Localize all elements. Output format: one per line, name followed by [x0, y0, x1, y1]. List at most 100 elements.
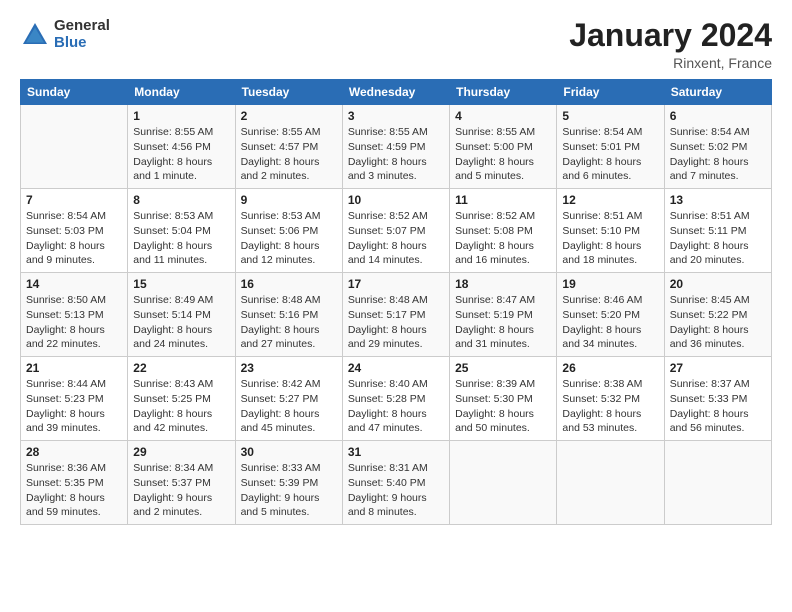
day-number: 5	[562, 109, 658, 123]
day-cell: 6 Sunrise: 8:54 AMSunset: 5:02 PMDaylight…	[664, 105, 771, 189]
day-info: Sunrise: 8:51 AMSunset: 5:10 PMDaylight:…	[562, 209, 658, 268]
day-cell: 29 Sunrise: 8:34 AMSunset: 5:37 PMDayligh…	[128, 441, 235, 525]
day-number: 26	[562, 361, 658, 375]
day-number: 4	[455, 109, 551, 123]
col-tuesday: Tuesday	[235, 80, 342, 105]
week-row-5: 28 Sunrise: 8:36 AMSunset: 5:35 PMDayligh…	[21, 441, 772, 525]
day-number: 15	[133, 277, 229, 291]
week-row-1: 1 Sunrise: 8:55 AMSunset: 4:56 PMDaylight…	[21, 105, 772, 189]
logo: General Blue	[20, 18, 110, 51]
day-info: Sunrise: 8:52 AMSunset: 5:08 PMDaylight:…	[455, 209, 551, 268]
day-number: 25	[455, 361, 551, 375]
day-number: 11	[455, 193, 551, 207]
day-number: 13	[670, 193, 766, 207]
day-cell: 14 Sunrise: 8:50 AMSunset: 5:13 PMDayligh…	[21, 273, 128, 357]
day-cell: 7Sunrise: 8:54 AMSunset: 5:03 PMDaylight…	[21, 189, 128, 273]
calendar-body: 1 Sunrise: 8:55 AMSunset: 4:56 PMDaylight…	[21, 105, 772, 525]
logo-general-text: General	[54, 18, 110, 35]
day-info: Sunrise: 8:43 AMSunset: 5:25 PMDaylight:…	[133, 377, 229, 436]
day-cell: 21Sunrise: 8:44 AMSunset: 5:23 PMDayligh…	[21, 357, 128, 441]
day-cell: 27 Sunrise: 8:37 AMSunset: 5:33 PMDayligh…	[664, 357, 771, 441]
header: General Blue January 2024 Rinxent, Franc…	[20, 18, 772, 71]
day-number: 2	[241, 109, 337, 123]
main-title: January 2024	[569, 18, 772, 53]
logo-icon	[20, 20, 50, 50]
day-cell: 8 Sunrise: 8:53 AMSunset: 5:04 PMDaylight…	[128, 189, 235, 273]
day-cell: 4Sunrise: 8:55 AMSunset: 5:00 PMDaylight…	[450, 105, 557, 189]
day-number: 28	[26, 445, 122, 459]
logo-text: General Blue	[54, 18, 110, 51]
day-cell	[557, 441, 664, 525]
day-number: 6	[670, 109, 766, 123]
day-cell: 3 Sunrise: 8:55 AMSunset: 4:59 PMDaylight…	[342, 105, 449, 189]
day-info: Sunrise: 8:44 AMSunset: 5:23 PMDaylight:…	[26, 377, 122, 436]
day-info: Sunrise: 8:55 AMSunset: 4:57 PMDaylight:…	[241, 125, 337, 184]
day-number: 17	[348, 277, 444, 291]
day-cell	[21, 105, 128, 189]
day-info: Sunrise: 8:42 AMSunset: 5:27 PMDaylight:…	[241, 377, 337, 436]
day-number: 16	[241, 277, 337, 291]
day-info: Sunrise: 8:37 AMSunset: 5:33 PMDaylight:…	[670, 377, 766, 436]
day-number: 12	[562, 193, 658, 207]
logo-blue-text: Blue	[54, 35, 110, 52]
day-number: 14	[26, 277, 122, 291]
day-cell: 11 Sunrise: 8:52 AMSunset: 5:08 PMDayligh…	[450, 189, 557, 273]
day-cell: 9Sunrise: 8:53 AMSunset: 5:06 PMDaylight…	[235, 189, 342, 273]
day-info: Sunrise: 8:50 AMSunset: 5:13 PMDaylight:…	[26, 293, 122, 352]
day-cell: 24Sunrise: 8:40 AMSunset: 5:28 PMDayligh…	[342, 357, 449, 441]
day-number: 27	[670, 361, 766, 375]
day-cell: 17Sunrise: 8:48 AMSunset: 5:17 PMDayligh…	[342, 273, 449, 357]
col-friday: Friday	[557, 80, 664, 105]
day-cell: 19 Sunrise: 8:46 AMSunset: 5:20 PMDayligh…	[557, 273, 664, 357]
day-number: 20	[670, 277, 766, 291]
day-cell: 23 Sunrise: 8:42 AMSunset: 5:27 PMDayligh…	[235, 357, 342, 441]
day-info: Sunrise: 8:53 AMSunset: 5:04 PMDaylight:…	[133, 209, 229, 268]
col-sunday: Sunday	[21, 80, 128, 105]
day-info: Sunrise: 8:47 AMSunset: 5:19 PMDaylight:…	[455, 293, 551, 352]
day-info: Sunrise: 8:46 AMSunset: 5:20 PMDaylight:…	[562, 293, 658, 352]
location-subtitle: Rinxent, France	[569, 55, 772, 71]
day-cell: 15Sunrise: 8:49 AMSunset: 5:14 PMDayligh…	[128, 273, 235, 357]
day-info: Sunrise: 8:55 AMSunset: 4:59 PMDaylight:…	[348, 125, 444, 184]
day-info: Sunrise: 8:52 AMSunset: 5:07 PMDaylight:…	[348, 209, 444, 268]
page: General Blue January 2024 Rinxent, Franc…	[0, 0, 792, 612]
day-number: 3	[348, 109, 444, 123]
day-info: Sunrise: 8:33 AMSunset: 5:39 PMDaylight:…	[241, 461, 337, 520]
day-number: 23	[241, 361, 337, 375]
day-cell: 13 Sunrise: 8:51 AMSunset: 5:11 PMDayligh…	[664, 189, 771, 273]
day-cell: 22Sunrise: 8:43 AMSunset: 5:25 PMDayligh…	[128, 357, 235, 441]
day-info: Sunrise: 8:34 AMSunset: 5:37 PMDaylight:…	[133, 461, 229, 520]
day-number: 29	[133, 445, 229, 459]
col-wednesday: Wednesday	[342, 80, 449, 105]
day-cell	[450, 441, 557, 525]
day-info: Sunrise: 8:36 AMSunset: 5:35 PMDaylight:…	[26, 461, 122, 520]
day-cell: 26Sunrise: 8:38 AMSunset: 5:32 PMDayligh…	[557, 357, 664, 441]
week-row-4: 21Sunrise: 8:44 AMSunset: 5:23 PMDayligh…	[21, 357, 772, 441]
day-number: 31	[348, 445, 444, 459]
day-cell: 20 Sunrise: 8:45 AMSunset: 5:22 PMDayligh…	[664, 273, 771, 357]
day-info: Sunrise: 8:31 AMSunset: 5:40 PMDaylight:…	[348, 461, 444, 520]
day-number: 8	[133, 193, 229, 207]
day-cell: 12 Sunrise: 8:51 AMSunset: 5:10 PMDayligh…	[557, 189, 664, 273]
day-info: Sunrise: 8:54 AMSunset: 5:02 PMDaylight:…	[670, 125, 766, 184]
day-info: Sunrise: 8:48 AMSunset: 5:16 PMDaylight:…	[241, 293, 337, 352]
day-info: Sunrise: 8:55 AMSunset: 4:56 PMDaylight:…	[133, 125, 229, 184]
day-info: Sunrise: 8:53 AMSunset: 5:06 PMDaylight:…	[241, 209, 337, 268]
day-cell: 30Sunrise: 8:33 AMSunset: 5:39 PMDayligh…	[235, 441, 342, 525]
day-info: Sunrise: 8:40 AMSunset: 5:28 PMDaylight:…	[348, 377, 444, 436]
title-block: January 2024 Rinxent, France	[569, 18, 772, 71]
week-row-2: 7Sunrise: 8:54 AMSunset: 5:03 PMDaylight…	[21, 189, 772, 273]
day-cell	[664, 441, 771, 525]
day-cell: 18Sunrise: 8:47 AMSunset: 5:19 PMDayligh…	[450, 273, 557, 357]
day-number: 1	[133, 109, 229, 123]
day-number: 19	[562, 277, 658, 291]
day-info: Sunrise: 8:45 AMSunset: 5:22 PMDaylight:…	[670, 293, 766, 352]
day-info: Sunrise: 8:54 AMSunset: 5:01 PMDaylight:…	[562, 125, 658, 184]
calendar-table: Sunday Monday Tuesday Wednesday Thursday…	[20, 79, 772, 525]
day-info: Sunrise: 8:51 AMSunset: 5:11 PMDaylight:…	[670, 209, 766, 268]
day-cell: 16 Sunrise: 8:48 AMSunset: 5:16 PMDayligh…	[235, 273, 342, 357]
calendar-header: Sunday Monday Tuesday Wednesday Thursday…	[21, 80, 772, 105]
header-row: Sunday Monday Tuesday Wednesday Thursday…	[21, 80, 772, 105]
day-number: 10	[348, 193, 444, 207]
day-cell: 10 Sunrise: 8:52 AMSunset: 5:07 PMDayligh…	[342, 189, 449, 273]
